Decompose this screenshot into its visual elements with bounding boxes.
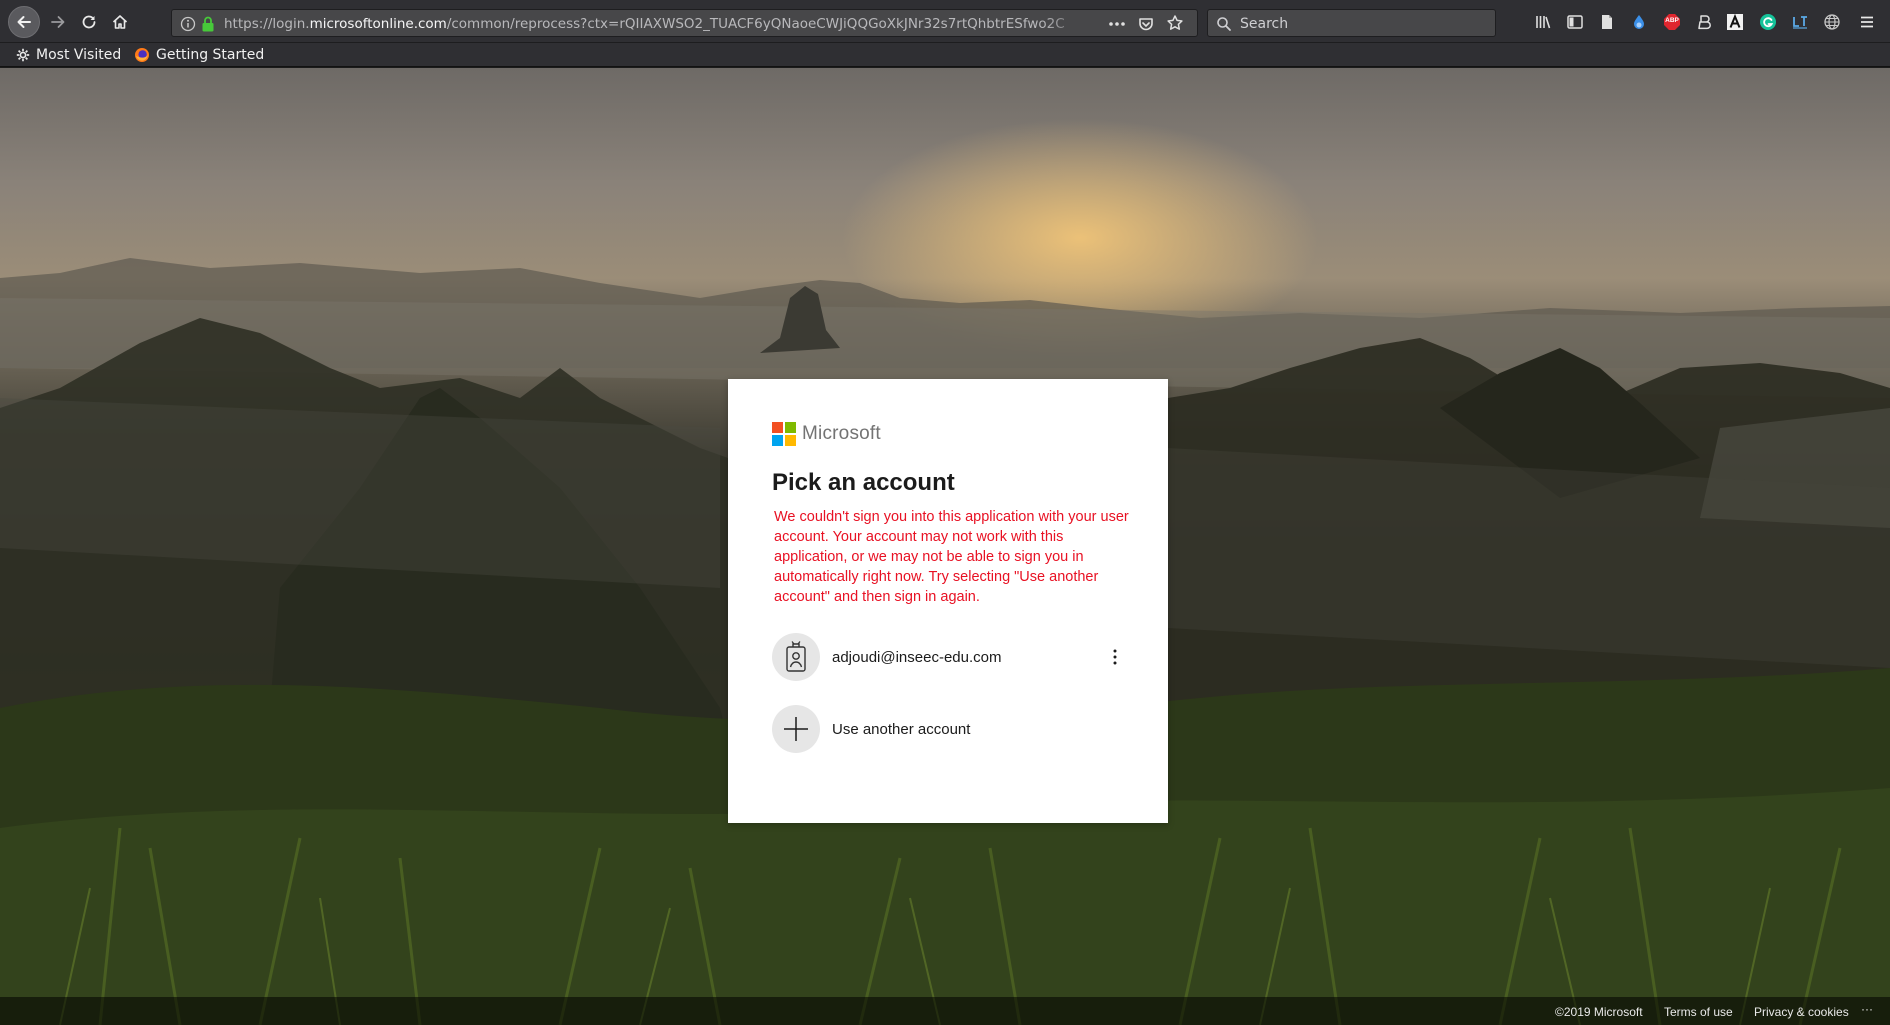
- adblock-label: ABP: [1665, 17, 1679, 24]
- pocket-icon[interactable]: [1137, 15, 1155, 33]
- url-text: https://login.microsoftonline.com/common…: [224, 15, 1086, 33]
- lt-extension[interactable]: [1790, 12, 1810, 32]
- brand-name: Microsoft: [802, 423, 881, 444]
- url-prefix: https://login.: [224, 16, 310, 32]
- home-icon: [112, 15, 128, 29]
- logo-square-green: [785, 422, 796, 433]
- browser-toolbar: https://login.microsoftonline.com/common…: [0, 0, 1890, 43]
- privacy-link[interactable]: Privacy & cookies: [1754, 1005, 1849, 1019]
- page-background: Microsoft Pick an account We couldn't si…: [0, 68, 1890, 1025]
- address-bar[interactable]: https://login.microsoftonline.com/common…: [171, 9, 1198, 37]
- bookmark-most-visited[interactable]: Most Visited: [16, 46, 121, 64]
- arrow-left-icon: [17, 16, 31, 28]
- grammarly-extension[interactable]: [1758, 12, 1778, 32]
- firefox-icon: [135, 48, 149, 62]
- account-email: adjoudi@inseec-edu.com: [832, 648, 1002, 666]
- reader-button[interactable]: [1597, 12, 1617, 32]
- a-icon: [1727, 13, 1743, 30]
- sidebar-icon: [1567, 15, 1583, 29]
- globe-icon: [1824, 14, 1840, 30]
- microsoft-logo: Microsoft: [772, 422, 881, 446]
- search-placeholder: Search: [1240, 16, 1289, 32]
- terms-link[interactable]: Terms of use: [1664, 1005, 1733, 1019]
- reload-icon: [82, 15, 96, 29]
- b-icon: [1698, 15, 1711, 30]
- menu-button[interactable]: [1857, 12, 1877, 32]
- account-picker-card: Microsoft Pick an account We couldn't si…: [728, 379, 1168, 823]
- avatar: [772, 633, 820, 681]
- more-vertical-icon: [1113, 649, 1117, 665]
- bookmark-getting-started[interactable]: Getting Started: [134, 46, 264, 64]
- a-extension[interactable]: [1725, 12, 1745, 32]
- logo-square-yellow: [785, 435, 796, 446]
- logo-square-red: [772, 422, 783, 433]
- reader-icon: [1602, 15, 1612, 29]
- drop-icon: [1634, 15, 1644, 29]
- drop-extension[interactable]: [1629, 12, 1649, 32]
- lock-icon: [202, 16, 214, 32]
- error-message: We couldn't sign you into this applicati…: [774, 509, 1129, 605]
- grammarly-icon: [1760, 14, 1776, 30]
- more-options-button[interactable]: [1102, 644, 1128, 670]
- use-another-account-label: Use another account: [832, 720, 971, 738]
- adblock-extension[interactable]: ABP: [1662, 12, 1682, 32]
- page-actions-icon[interactable]: [1107, 16, 1127, 32]
- b-extension[interactable]: [1694, 12, 1714, 32]
- user-badge-icon: [786, 641, 806, 672]
- bookmarks-bar: Most Visited Getting Started: [0, 43, 1890, 67]
- reload-button[interactable]: [75, 8, 103, 36]
- arrow-right-icon: [51, 16, 65, 28]
- gear-icon: [16, 48, 30, 62]
- home-button[interactable]: [106, 8, 134, 36]
- logo-square-blue: [772, 435, 783, 446]
- bookmark-label: Getting Started: [156, 47, 265, 63]
- globe-extension[interactable]: [1822, 12, 1842, 32]
- plus-avatar: [772, 705, 820, 753]
- library-icon: [1536, 16, 1551, 29]
- info-icon: [180, 16, 196, 32]
- more-footer-button[interactable]: ···: [1861, 1002, 1873, 1016]
- library-button[interactable]: [1533, 12, 1553, 32]
- forward-button[interactable]: [44, 8, 72, 36]
- search-bar[interactable]: Search: [1207, 9, 1496, 37]
- url-fade: [1042, 12, 1092, 34]
- url-host: microsoftonline.com: [309, 16, 447, 32]
- account-tile[interactable]: adjoudi@inseec-edu.com: [772, 631, 1128, 683]
- search-icon: [1217, 17, 1231, 31]
- microsoft-logo-grid: [772, 422, 796, 446]
- page-footer: ©2019 Microsoft Terms of use Privacy & c…: [0, 997, 1890, 1025]
- plus-icon: [784, 717, 808, 741]
- menu-icon: [1861, 16, 1873, 28]
- url-path: /common/reprocess?ctx=rQIIAXWSO2_TUACF6y…: [446, 16, 1065, 32]
- bookmark-label: Most Visited: [36, 47, 122, 63]
- lt-icon: [1793, 16, 1807, 29]
- back-button[interactable]: [8, 6, 40, 38]
- use-another-account-tile[interactable]: Use another account: [772, 703, 1128, 755]
- copyright-text: ©2019 Microsoft: [1555, 1005, 1643, 1019]
- sidebar-button[interactable]: [1565, 12, 1585, 32]
- star-icon[interactable]: [1166, 14, 1184, 32]
- page-title: Pick an account: [772, 469, 955, 496]
